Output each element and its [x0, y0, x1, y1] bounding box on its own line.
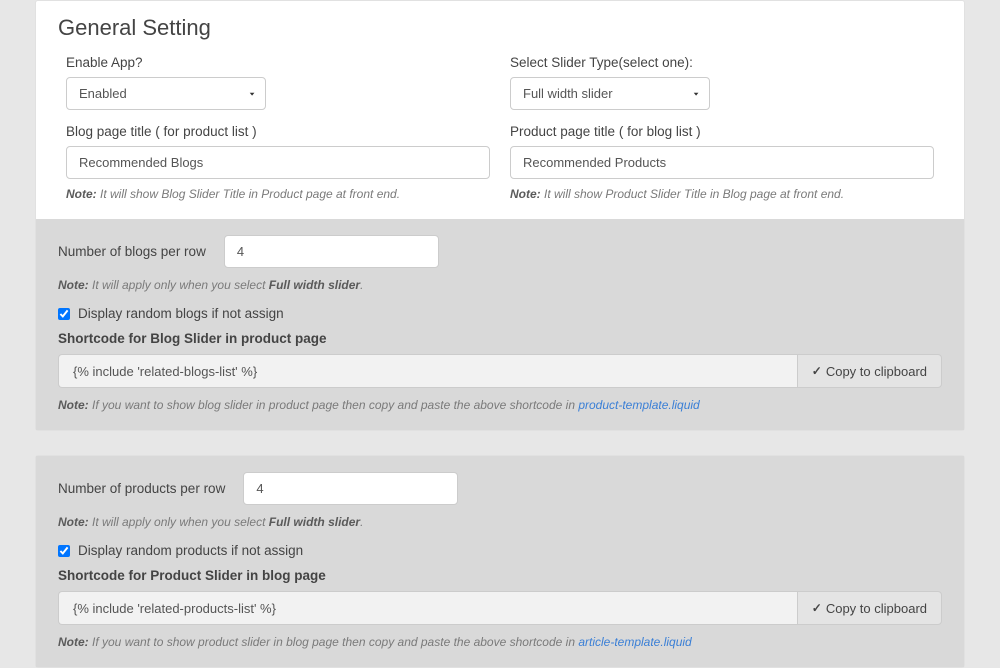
enable-app-select[interactable]: Enabled — [66, 77, 266, 110]
article-template-link[interactable]: article-template.liquid — [578, 635, 691, 649]
blog-settings-section: Number of blogs per row Note: It will ap… — [36, 219, 964, 430]
random-blogs-label: Display random blogs if not assign — [78, 306, 284, 321]
product-title-input[interactable] — [510, 146, 934, 179]
enable-app-label: Enable App? — [66, 55, 490, 70]
product-shortcode-input[interactable] — [58, 591, 797, 625]
slider-type-select[interactable]: Full width slider — [510, 77, 710, 110]
slider-type-label: Select Slider Type(select one): — [510, 55, 934, 70]
product-title-label: Product page title ( for blog list ) — [510, 124, 934, 139]
products-per-row-note: Note: It will apply only when you select… — [58, 515, 942, 529]
blog-shortcode-label: Shortcode for Blog Slider in product pag… — [58, 331, 942, 346]
products-per-row-label: Number of products per row — [58, 481, 225, 496]
blog-shortcode-input[interactable] — [58, 354, 797, 388]
check-icon: ✓ — [812, 601, 822, 615]
blog-title-input[interactable] — [66, 146, 490, 179]
blog-title-note: Note: It will show Blog Slider Title in … — [66, 187, 490, 201]
blog-copy-button[interactable]: ✓Copy to clipboard — [797, 354, 942, 388]
product-settings-section: Number of products per row Note: It will… — [36, 456, 964, 667]
random-products-checkbox[interactable] — [58, 545, 70, 557]
products-per-row-input[interactable] — [243, 472, 458, 505]
product-copy-button[interactable]: ✓Copy to clipboard — [797, 591, 942, 625]
blogs-per-row-note: Note: It will apply only when you select… — [58, 278, 942, 292]
product-shortcode-label: Shortcode for Product Slider in blog pag… — [58, 568, 942, 583]
random-blogs-checkbox[interactable] — [58, 308, 70, 320]
blogs-per-row-label: Number of blogs per row — [58, 244, 206, 259]
slider-type-select-wrap: Full width slider — [510, 77, 710, 110]
product-title-note: Note: It will show Product Slider Title … — [510, 187, 934, 201]
blog-title-label: Blog page title ( for product list ) — [66, 124, 490, 139]
check-icon: ✓ — [812, 364, 822, 378]
product-template-link[interactable]: product-template.liquid — [578, 398, 699, 412]
page-title: General Setting — [58, 15, 944, 41]
product-shortcode-note: Note: If you want to show product slider… — [58, 635, 942, 649]
blogs-per-row-input[interactable] — [224, 235, 439, 268]
random-products-label: Display random products if not assign — [78, 543, 303, 558]
enable-app-select-wrap: Enabled — [66, 77, 266, 110]
blog-shortcode-note: Note: If you want to show blog slider in… — [58, 398, 942, 412]
